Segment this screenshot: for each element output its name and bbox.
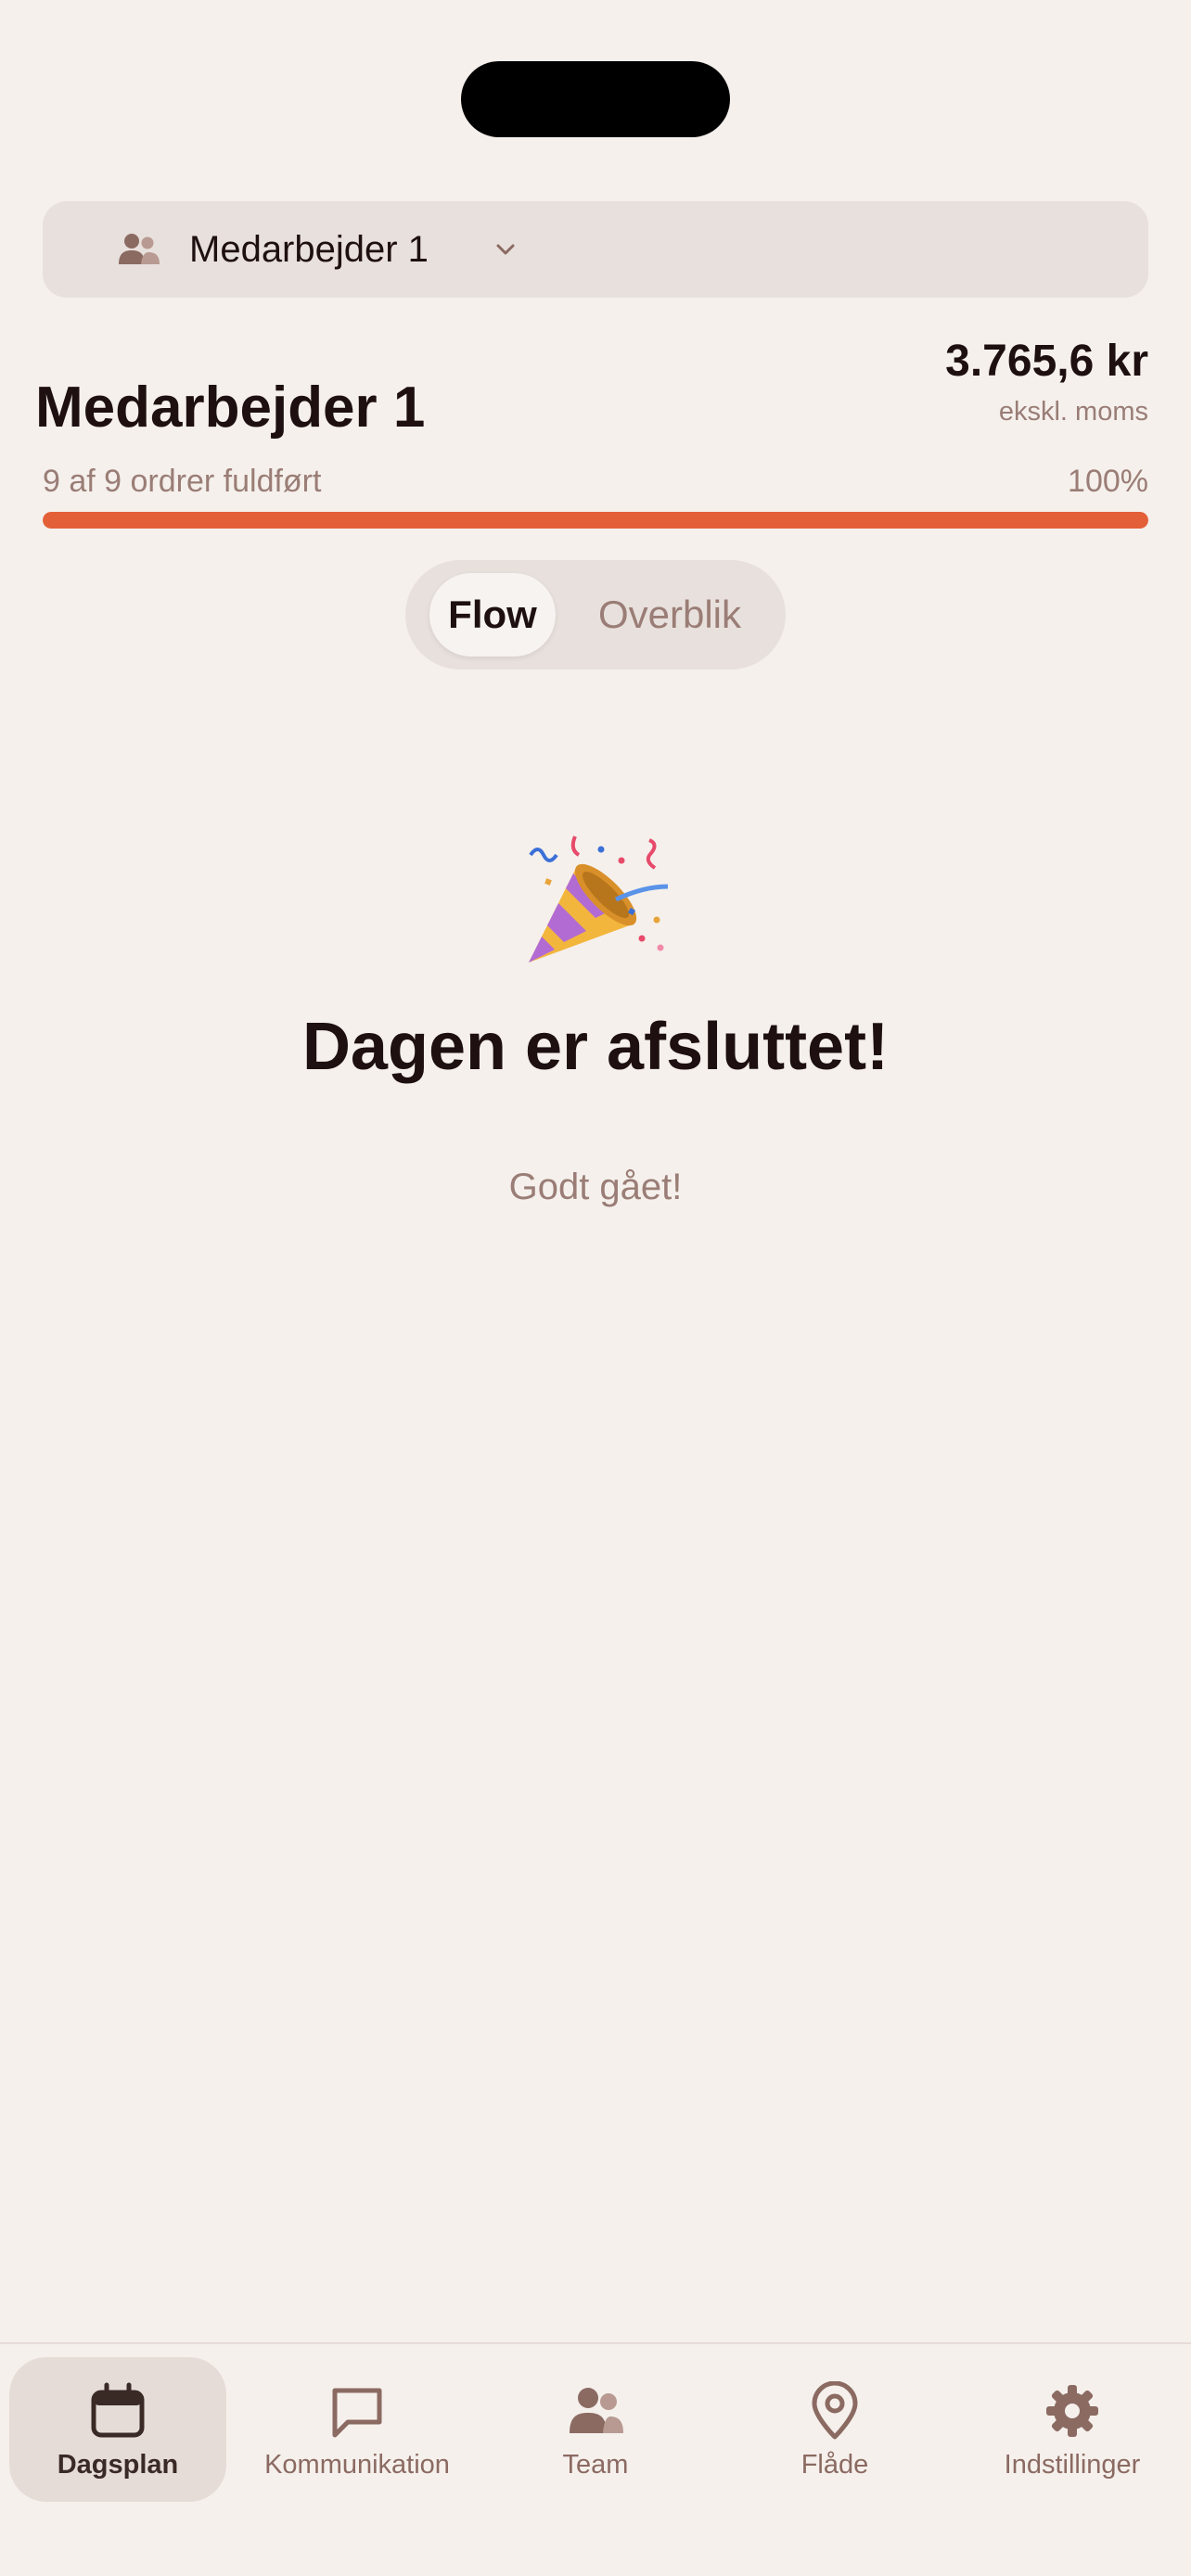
tab-indstillinger[interactable]: Indstillinger	[980, 2357, 1165, 2502]
tab-team[interactable]: Team	[501, 2357, 690, 2502]
toggle-option-flow[interactable]: Flow	[429, 573, 556, 657]
progress-bar-fill	[43, 512, 1148, 529]
tab-label: Indstillinger	[1004, 2450, 1141, 2480]
chat-bubble-icon	[332, 2388, 382, 2438]
calendar-icon	[91, 2382, 145, 2438]
employee-selector[interactable]: Medarbejder 1	[43, 201, 1148, 298]
vat-note: ekskl. moms	[998, 397, 1148, 427]
bottom-tab-bar: Dagsplan Kommunikation Team Flåde Indsti…	[0, 2342, 1191, 2576]
completion-subtitle: Godt gået!	[508, 1167, 683, 1207]
toggle-option-overblik[interactable]: Overblik	[572, 573, 767, 657]
tab-dagsplan[interactable]: Dagsplan	[9, 2357, 226, 2502]
tab-label: Flåde	[800, 2450, 869, 2480]
dynamic-island	[461, 61, 730, 137]
orders-progress-text: 9 af 9 ordrer fuldført	[43, 464, 322, 499]
progress-percent: 100%	[1068, 464, 1148, 499]
tab-label: Dagsplan	[57, 2450, 179, 2480]
gear-icon	[1046, 2385, 1098, 2437]
tab-flade[interactable]: Flåde	[742, 2357, 928, 2502]
party-popper-icon	[529, 835, 669, 963]
map-pin-icon	[812, 2381, 858, 2440]
page-title: Medarbejder 1	[35, 376, 426, 440]
people-icon	[119, 234, 160, 264]
chevron-down-icon	[496, 244, 515, 255]
tab-label: Kommunikation	[264, 2450, 450, 2480]
employee-selector-label: Medarbejder 1	[189, 228, 429, 270]
progress-bar	[43, 512, 1148, 529]
people-icon	[570, 2388, 623, 2433]
tab-kommunikation[interactable]: Kommunikation	[250, 2357, 464, 2502]
tab-label: Team	[562, 2450, 629, 2480]
app-screen: Medarbejder 1 3.765,6 kr ekskl. moms Med…	[0, 0, 1191, 2576]
revenue-amount: 3.765,6 kr	[945, 337, 1148, 386]
completion-title: Dagen er afsluttet!	[301, 1010, 890, 1084]
view-toggle: Flow Overblik	[405, 560, 786, 670]
